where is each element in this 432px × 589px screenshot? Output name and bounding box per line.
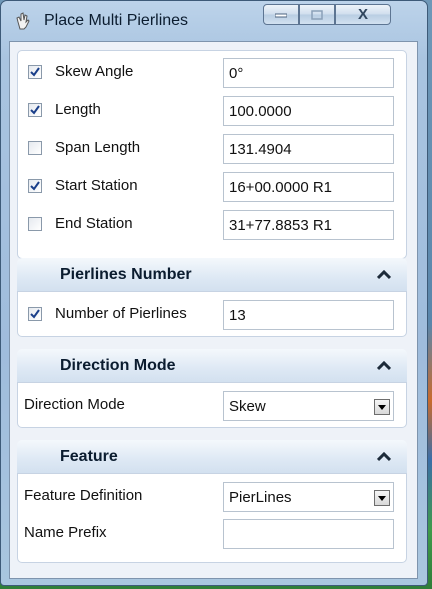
dialog-client-area: Skew Angle 0° Length 100.0000 Span Lengt… [9,41,418,579]
feature-definition-row: Feature Definition PierLines [18,482,406,512]
direction-mode-label: Direction Mode [24,396,125,413]
start-station-row: Start Station 16+00.0000 R1 [18,172,406,202]
feature-definition-value: PierLines [229,489,292,506]
chevron-up-icon[interactable] [377,270,391,280]
check-icon [30,181,40,191]
title-bar[interactable]: Place Multi Pierlines X [1,1,427,41]
feature-definition-label: Feature Definition [24,487,143,504]
feature-definition-select[interactable]: PierLines [223,482,394,512]
number-of-pierlines-row: Number of Pierlines 13 [18,300,406,330]
direction-mode-header[interactable]: Direction Mode [17,349,407,383]
name-prefix-label: Name Prefix [24,524,107,541]
length-checkbox[interactable] [28,103,42,117]
chevron-up-icon[interactable] [377,452,391,462]
pierlines-number-title: Pierlines Number [60,266,192,283]
direction-mode-value: Skew [229,398,266,415]
direction-mode-select[interactable]: Skew [223,391,394,421]
end-station-label: End Station [55,215,133,232]
skew-angle-label: Skew Angle [55,63,134,80]
number-of-pierlines-input[interactable]: 13 [223,300,394,330]
skew-angle-input[interactable]: 0° [223,58,394,88]
hand-icon [16,12,30,30]
close-button[interactable]: X [335,4,391,25]
direction-mode-title: Direction Mode [60,357,176,374]
start-station-input[interactable]: 16+00.0000 R1 [223,172,394,202]
maximize-icon [311,9,323,20]
dropdown-arrow-icon[interactable] [374,399,390,415]
check-icon [30,105,40,115]
minimize-button[interactable] [263,4,299,25]
number-of-pierlines-checkbox[interactable] [28,307,42,321]
length-row: Length 100.0000 [18,96,406,126]
name-prefix-input[interactable] [223,519,394,549]
start-station-label: Start Station [55,177,138,194]
pierlines-number-group: Number of Pierlines 13 [17,291,407,337]
check-icon [30,67,40,77]
skew-angle-row: Skew Angle 0° [18,58,406,88]
span-length-row: Span Length 131.4904 [18,134,406,164]
skew-angle-checkbox[interactable] [28,65,42,79]
length-label: Length [55,101,101,118]
span-length-label: Span Length [55,139,141,156]
feature-header[interactable]: Feature [17,440,407,474]
pierlines-number-header[interactable]: Pierlines Number [17,258,407,292]
end-station-checkbox[interactable] [28,217,42,231]
check-icon [30,309,40,319]
direction-mode-group: Direction Mode Skew [17,382,407,428]
minimize-icon [275,13,287,17]
number-of-pierlines-label: Number of Pierlines [55,305,187,322]
span-length-checkbox[interactable] [28,141,42,155]
length-input[interactable]: 100.0000 [223,96,394,126]
feature-title: Feature [60,448,118,465]
direction-mode-row: Direction Mode Skew [18,391,406,421]
span-length-input[interactable]: 131.4904 [223,134,394,164]
dropdown-arrow-icon[interactable] [374,490,390,506]
start-station-checkbox[interactable] [28,179,42,193]
feature-group: Feature Definition PierLines Name Prefix [17,473,407,563]
dialog-window: Place Multi Pierlines X Skew Angle 0° Le… [0,0,428,586]
main-parameters-group: Skew Angle 0° Length 100.0000 Span Lengt… [17,50,407,259]
window-title: Place Multi Pierlines [44,12,189,29]
end-station-input[interactable]: 31+77.8853 R1 [223,210,394,240]
name-prefix-row: Name Prefix [18,519,406,549]
end-station-row: End Station 31+77.8853 R1 [18,210,406,240]
maximize-button[interactable] [299,4,335,25]
chevron-up-icon[interactable] [377,361,391,371]
close-icon: X [357,6,368,23]
